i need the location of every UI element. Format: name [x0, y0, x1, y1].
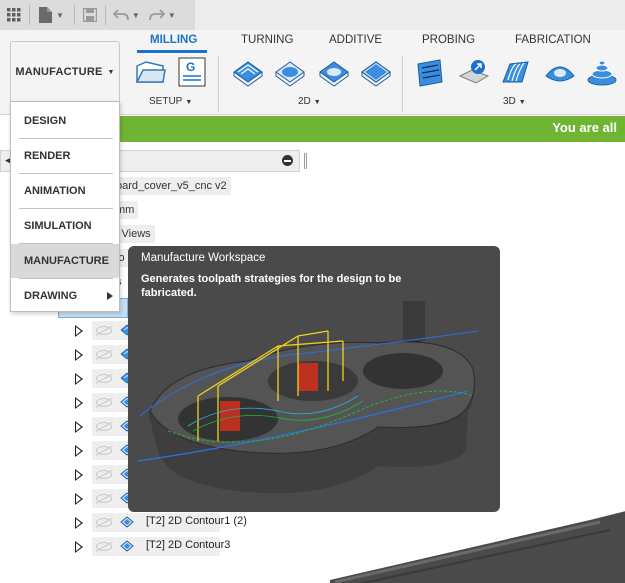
2d-adaptive-icon[interactable]: [232, 56, 264, 88]
operation-label: [T2] 2D Contour3: [146, 539, 231, 551]
3d-contour-icon[interactable]: [586, 56, 618, 88]
file-icon[interactable]: [34, 4, 56, 26]
expand-arrow-icon[interactable]: [75, 469, 83, 481]
menu-item-label: MANUFACTURE: [24, 255, 109, 267]
group-3d-label: 3D: [503, 96, 516, 107]
expand-arrow-icon[interactable]: [75, 349, 83, 361]
banner-text: You are all: [552, 120, 617, 135]
separator: [104, 5, 106, 25]
group-setup[interactable]: SETUP ▼: [149, 96, 192, 107]
workspace-tooltip: Manufacture Workspace Generates toolpath…: [128, 246, 500, 512]
2d-contour-icon[interactable]: [318, 56, 350, 88]
expand-arrow-icon[interactable]: [75, 325, 83, 337]
operation-label: [T2] 2D Contour1 (2): [146, 515, 247, 527]
model-part-fragment: [330, 511, 625, 583]
workspace-switcher-label: MANUFACTURE: [15, 66, 103, 78]
tab-probing[interactable]: PROBING: [422, 34, 475, 46]
expand-arrow-icon[interactable]: [75, 421, 83, 433]
hidden-eye-icon[interactable]: [96, 518, 112, 527]
operation-row[interactable]: [T2] 2D Contour3: [70, 536, 300, 558]
group-separator: [402, 56, 403, 112]
svg-text:G: G: [186, 60, 195, 74]
hidden-eye-icon[interactable]: [96, 326, 112, 335]
hidden-eye-icon[interactable]: [96, 446, 112, 455]
undo-caret-icon[interactable]: ▼: [132, 11, 140, 20]
contour-operation-icon: [120, 516, 134, 528]
hidden-eye-icon[interactable]: [96, 422, 112, 431]
hidden-eye-icon[interactable]: [96, 542, 112, 551]
document-name[interactable]: oard_cover_v5_cnc v2: [112, 177, 231, 195]
panel-resize-handle[interactable]: [304, 153, 307, 169]
separator: [73, 5, 75, 25]
tab-milling[interactable]: MILLING: [150, 34, 197, 46]
new-folder-icon[interactable]: [134, 56, 166, 88]
expand-arrow-icon[interactable]: [75, 517, 83, 529]
hidden-eye-icon[interactable]: [96, 494, 112, 503]
3d-parallel-icon[interactable]: [500, 56, 532, 88]
menu-item-design[interactable]: DESIGN: [11, 104, 119, 138]
contour-operation-icon: [120, 540, 134, 552]
expand-arrow-icon[interactable]: [75, 493, 83, 505]
expand-arrow-icon[interactable]: [75, 397, 83, 409]
redo-caret-icon[interactable]: ▼: [168, 11, 176, 20]
menu-item-label: ANIMATION: [24, 185, 86, 197]
tooltip-description: Generates toolpath strategies for the de…: [141, 273, 402, 299]
3d-adaptive-icon[interactable]: [414, 56, 446, 88]
toolpath-preview-image: [137, 301, 479, 494]
workspace-menu: DESIGN RENDER ANIMATION SIMULATION MANUF…: [10, 101, 120, 312]
tab-additive[interactable]: ADDITIVE: [329, 34, 382, 46]
chevron-down-icon: ▼: [313, 99, 321, 106]
group-separator: [218, 56, 219, 112]
undo-icon[interactable]: [110, 4, 132, 26]
3d-pocket-icon[interactable]: [458, 56, 490, 88]
tooltip-title: Manufacture Workspace: [141, 252, 266, 264]
menu-item-label: DESIGN: [24, 115, 67, 127]
hidden-eye-icon[interactable]: [96, 374, 112, 383]
group-2d[interactable]: 2D ▼: [298, 96, 321, 107]
grid-icon[interactable]: [3, 4, 25, 26]
menu-item-label: SIMULATION: [24, 220, 92, 232]
title-bar-area: [195, 0, 625, 30]
hidden-eye-icon[interactable]: [96, 398, 112, 407]
tab-turning[interactable]: TURNING: [241, 34, 293, 46]
chevron-down-icon: ▼: [107, 68, 115, 76]
minimize-icon[interactable]: [282, 155, 293, 166]
menu-item-label: RENDER: [24, 150, 71, 162]
menu-item-drawing[interactable]: DRAWING: [11, 279, 119, 313]
2d-face-icon[interactable]: [360, 56, 392, 88]
expand-arrow-icon[interactable]: [75, 445, 83, 457]
quick-access-toolbar: ▼ ▼ ▼: [0, 0, 195, 30]
menu-item-label: DRAWING: [24, 290, 78, 302]
group-setup-label: SETUP: [149, 96, 183, 107]
expand-arrow-icon[interactable]: [75, 373, 83, 385]
operation-row[interactable]: [T2] 2D Contour1 (2): [70, 512, 300, 534]
redo-icon[interactable]: [146, 4, 168, 26]
chevron-down-icon: ▼: [185, 99, 193, 106]
expand-arrow-icon[interactable]: [75, 541, 83, 553]
2d-pocket-icon[interactable]: [274, 56, 306, 88]
separator: [29, 5, 30, 25]
hidden-eye-icon[interactable]: [96, 470, 112, 479]
menu-item-animation[interactable]: ANIMATION: [11, 174, 119, 208]
setup-sheet-icon[interactable]: G: [176, 56, 208, 88]
group-3d[interactable]: 3D ▼: [503, 96, 526, 107]
active-tab-indicator: [137, 50, 207, 53]
submenu-arrow-icon: [107, 292, 113, 300]
menu-item-manufacture[interactable]: MANUFACTURE: [11, 244, 119, 278]
3d-scallop-icon[interactable]: [544, 56, 576, 88]
menu-item-simulation[interactable]: SIMULATION: [11, 209, 119, 243]
tab-fabrication[interactable]: FABRICATION: [515, 34, 591, 46]
file-caret-icon[interactable]: ▼: [56, 11, 64, 20]
chevron-down-icon: ▼: [518, 99, 526, 106]
menu-item-render[interactable]: RENDER: [11, 139, 119, 173]
workspace-switcher-button[interactable]: MANUFACTURE ▼: [10, 41, 120, 103]
save-icon[interactable]: [79, 4, 101, 26]
group-2d-label: 2D: [298, 96, 311, 107]
notification-banner: You are all: [118, 116, 625, 142]
fusion-window: ▼ ▼ ▼ MANUFACTURE ▼ MILLING TURNING ADDI…: [0, 0, 625, 583]
hidden-eye-icon[interactable]: [96, 350, 112, 359]
